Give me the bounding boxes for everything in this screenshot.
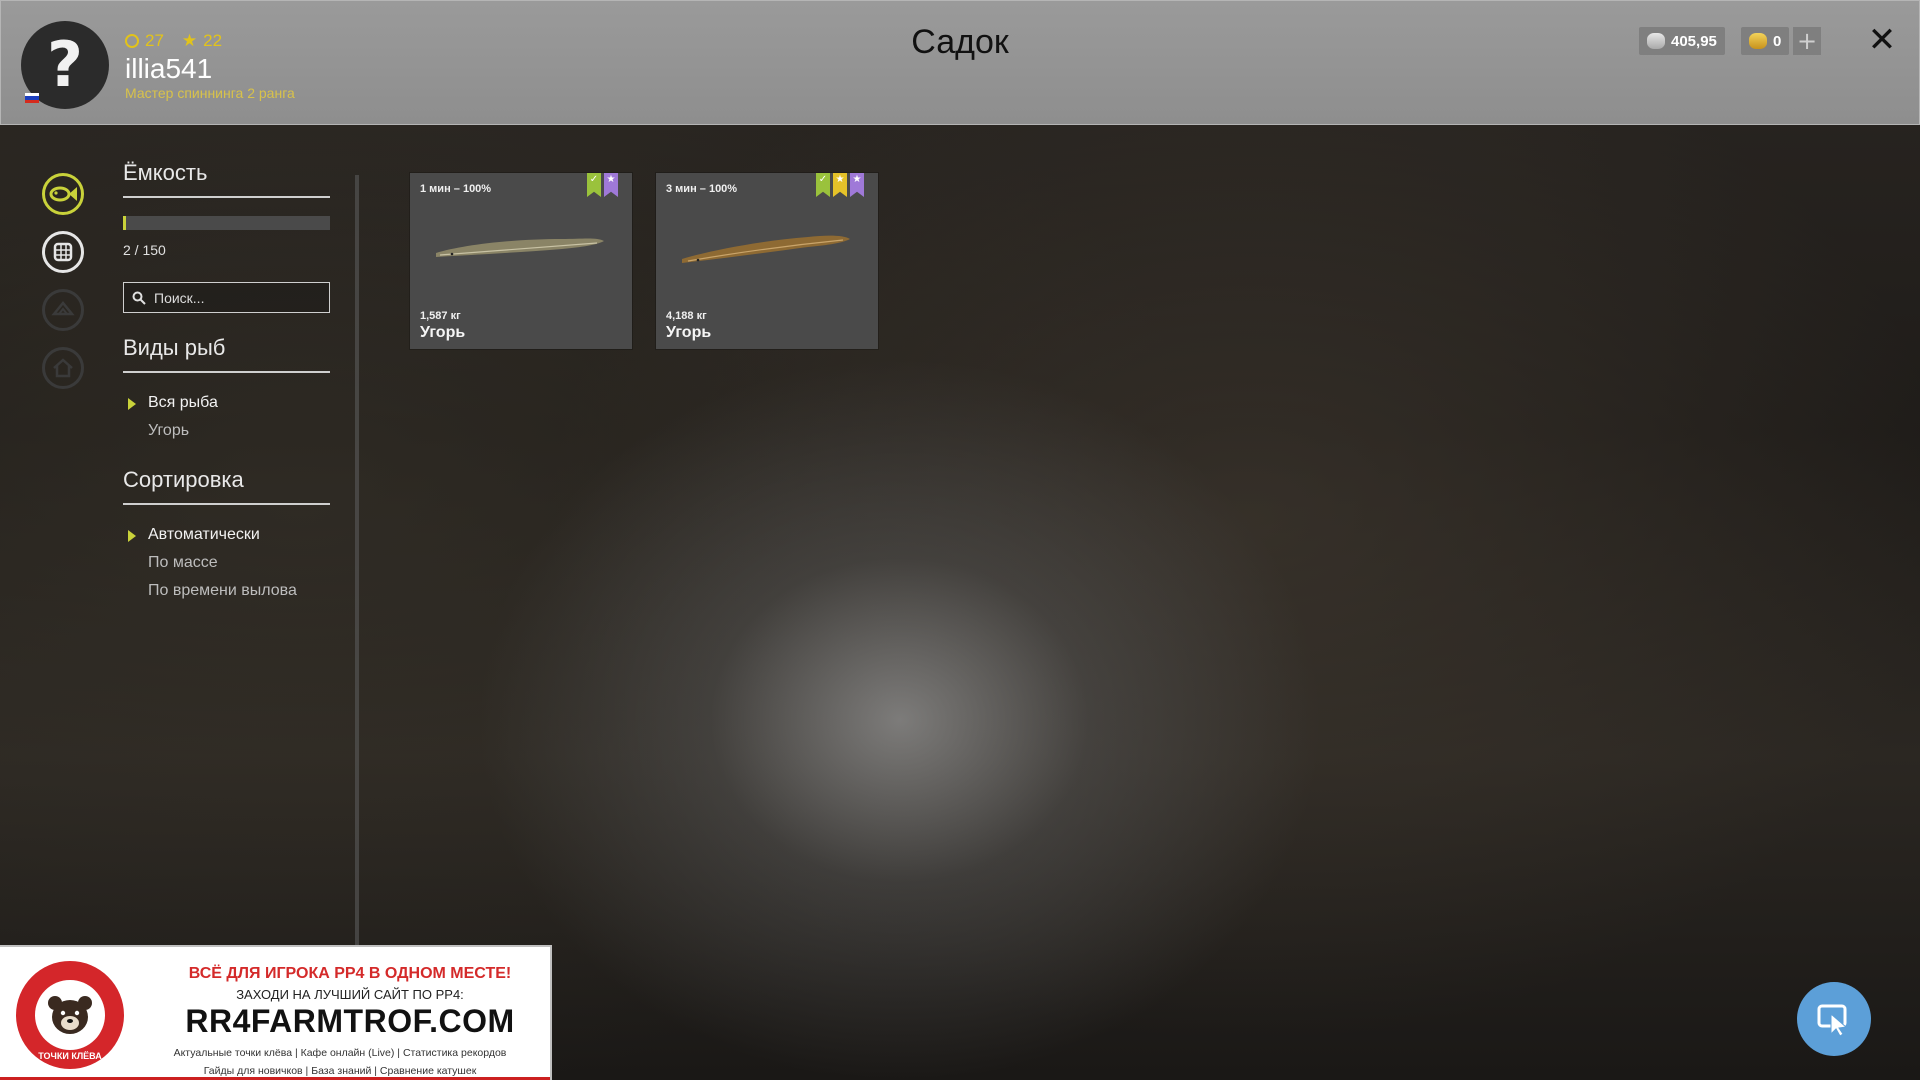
ad-banner[interactable]: ТОЧКИ КЛЁВА ВСЁ ДЛЯ ИГРОКА РР4 В ОДНОМ М… [0,945,552,1080]
close-button[interactable]: ✕ [1865,23,1899,57]
sort-label: По времени вылова [148,582,297,599]
sort-label: Автоматически [148,526,260,543]
species-label: Угорь [148,422,190,439]
silver-value: 405,95 [1671,32,1717,50]
sort-item-auto[interactable]: Автоматически [123,521,330,549]
silver-balance: 405,95 [1639,27,1725,55]
catch-time: 3 мин – 100% [666,183,738,195]
ad-subtitle: ЗАХОДИ НА ЛУЧШИЙ САЙТ ПО РР4: [236,987,464,1002]
bear-face-icon [48,996,92,1034]
ad-headline: ВСЁ ДЛЯ ИГРОКА РР4 В ОДНОМ МЕСТЕ! [188,965,512,982]
species-title: Виды рыб [123,335,330,373]
panel-divider [355,175,359,945]
species-label: Вся рыба [148,394,218,411]
bear-logo-icon: ТОЧКИ КЛЁВА [16,961,124,1069]
search-icon [132,291,146,305]
ad-links-row-2[interactable]: Гайды для новичков | База знаний | Сравн… [130,1065,550,1077]
green-check-badge-icon: ✓ [587,173,601,197]
catch-time: 1 мин – 100% [420,183,492,195]
ad-site-link[interactable]: RR4FARMTROF.COM [150,1003,550,1040]
gold-value: 0 [1773,32,1782,50]
species-list: Вся рыба Угорь [123,389,330,445]
capacity-progress-bar [123,216,330,230]
selected-arrow-icon [128,530,136,542]
player-rank: Мастер спиннинга 2 ранга [125,85,295,101]
silver-coins-icon [1647,33,1665,49]
search-box[interactable] [123,282,330,313]
cursor-mode-button[interactable] [1797,982,1871,1056]
sort-item-weight[interactable]: По массе [123,549,330,577]
capacity-title: Ёмкость [123,160,330,198]
fish-name: Угорь [666,324,712,341]
filter-panel: Ёмкость 2 / 150 Виды рыб Вся рыба Угорь … [123,160,330,605]
boat-tab-icon[interactable] [42,289,84,331]
ad-logo-text: ТОЧКИ КЛЁВА [38,1051,102,1061]
selected-arrow-icon [128,398,136,410]
cursor-icon [1817,1004,1848,1037]
fish-icon [49,186,77,202]
top-bar: ? 27 ★ 22 illia541 Мастер спиннинга 2 ра… [0,0,1920,125]
fish-card[interactable]: 1 мин – 100% ✓ ★ 1,587 кг Угорь [410,173,632,349]
fish-tab-icon[interactable] [42,173,84,215]
keepnet-tab-icon[interactable] [42,231,84,273]
home-tab-icon[interactable] [42,347,84,389]
purple-star-badge-icon: ★ [604,173,618,197]
fish-badges: ✓ ★ [587,173,618,197]
boat-icon [51,301,75,316]
eel-image [682,235,850,263]
fish-weight: 1,587 кг [420,310,461,322]
eel-image [436,238,604,257]
fish-name: Угорь [420,324,466,341]
capacity-count: 2 / 150 [123,242,166,258]
ad-links-row-1[interactable]: Актуальные точки клёва | Кафе онлайн (Li… [130,1047,550,1059]
page-title: Садок [911,23,1009,61]
fish-badges: ✓ ★ ★ [816,173,864,197]
search-input[interactable] [152,288,316,307]
sort-list: Автоматически По массе По времени вылова [123,521,330,605]
keepnet-icon [53,242,73,262]
fish-card[interactable]: 3 мин – 100% ✓ ★ ★ 4,188 кг Угорь [656,173,878,349]
sort-label: По массе [148,554,218,571]
add-gold-button[interactable]: + [1793,27,1821,55]
yellow-star-badge-icon: ★ [833,173,847,197]
species-item-all[interactable]: Вся рыба [123,389,330,417]
fish-weight: 4,188 кг [666,310,707,322]
capacity-progress-fill [123,216,126,230]
gold-balance: 0 [1741,27,1790,55]
home-icon [53,358,73,378]
russia-flag-icon [25,93,39,103]
purple-star-badge-icon: ★ [850,173,864,197]
green-check-badge-icon: ✓ [816,173,830,197]
sort-title: Сортировка [123,467,330,505]
gold-coins-icon [1749,33,1767,49]
species-item-eel[interactable]: Угорь [123,417,330,445]
sort-item-time[interactable]: По времени вылова [123,577,330,605]
